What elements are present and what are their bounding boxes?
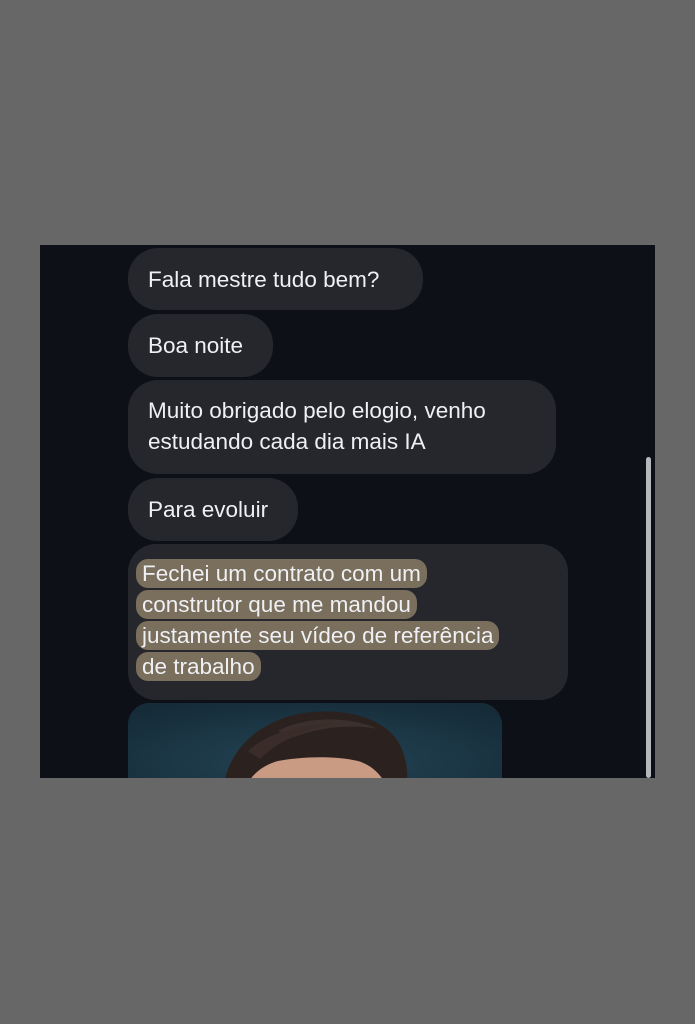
message-text-line: Muito obrigado pelo elogio, venho bbox=[148, 398, 486, 423]
message-text: Boa noite bbox=[148, 333, 244, 358]
message-text: Para evoluir bbox=[148, 497, 269, 522]
highlighted-text-line: justamente seu vídeo de referência bbox=[136, 621, 500, 650]
message-bubble[interactable]: Muito obrigado pelo elogio, venho estuda… bbox=[128, 380, 556, 474]
highlighted-text-line: de trabalho bbox=[136, 652, 261, 681]
highlighted-text-line: construtor que me mandou bbox=[136, 590, 417, 619]
message-bubble[interactable]: Boa noite bbox=[128, 314, 273, 377]
message-bubble[interactable]: Fala mestre tudo bem? bbox=[128, 248, 423, 310]
message-bubble[interactable]: Para evoluir bbox=[128, 478, 298, 541]
highlighted-text-line: Fechei um contrato com um bbox=[136, 559, 427, 588]
chat-screen: Fala mestre tudo bem? Boa noite Muito ob… bbox=[40, 245, 655, 778]
message-text-line: estudando cada dia mais IA bbox=[148, 429, 426, 454]
scrollbar[interactable] bbox=[646, 457, 651, 778]
photo-attachment[interactable] bbox=[128, 703, 502, 778]
message-text: Fala mestre tudo bem? bbox=[148, 267, 380, 292]
message-bubble-highlighted[interactable]: Fechei um contrato com um construtor que… bbox=[128, 544, 568, 700]
person-photo-icon bbox=[128, 703, 502, 778]
